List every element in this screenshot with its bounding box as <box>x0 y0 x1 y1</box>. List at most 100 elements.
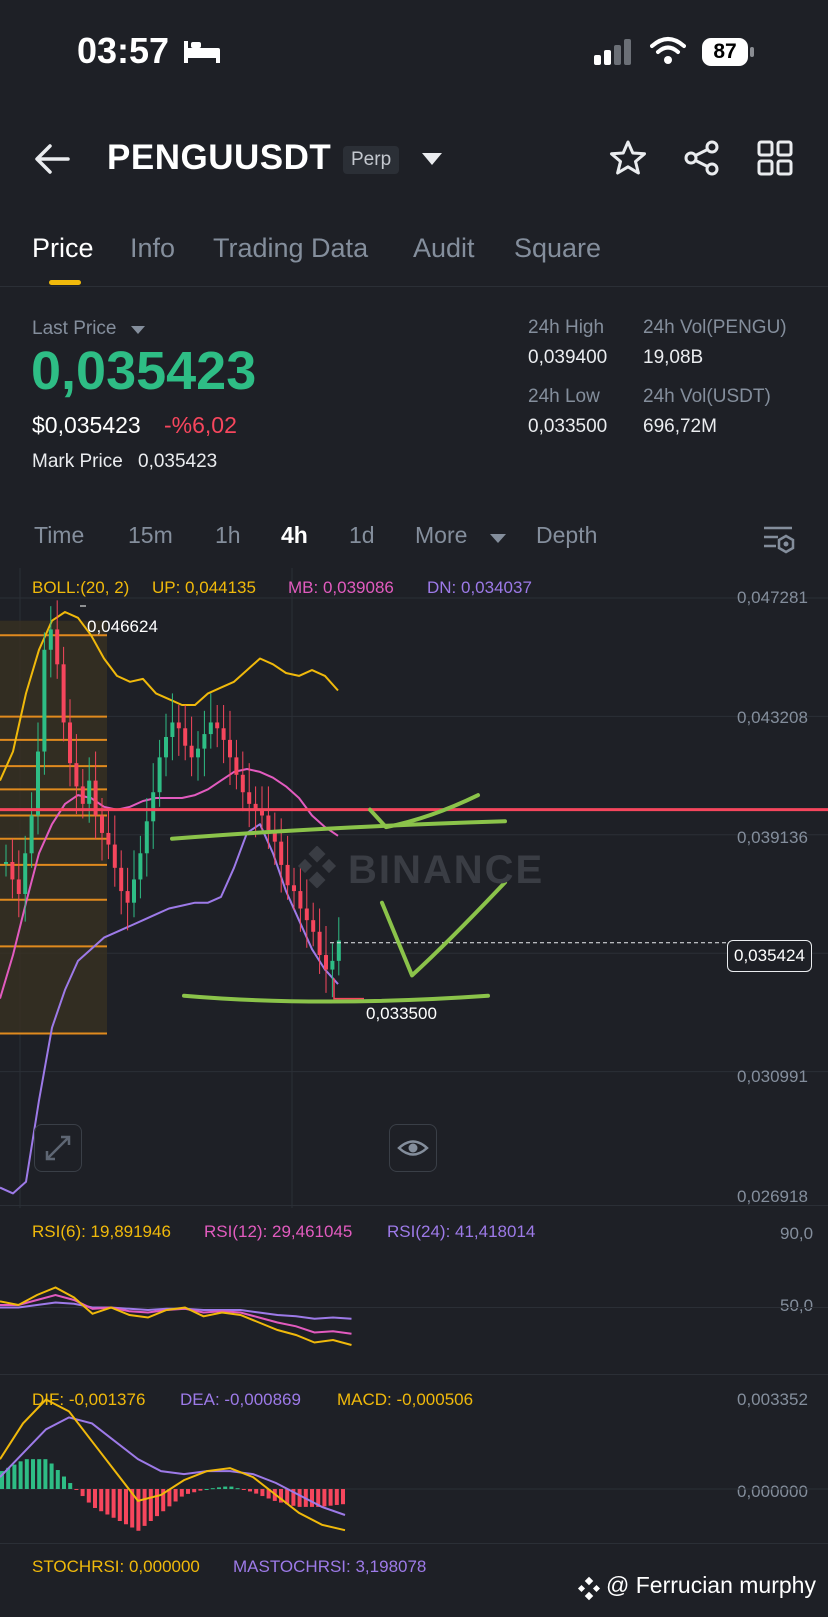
macd-histogram-bar <box>18 1461 23 1489</box>
candle-body <box>215 722 220 729</box>
macd-histogram-bar <box>198 1489 203 1491</box>
macd-histogram-bar <box>322 1489 327 1507</box>
macd-histogram-bar <box>117 1489 122 1522</box>
candle-body <box>234 757 239 775</box>
share-icon[interactable] <box>683 140 721 176</box>
macd-histogram-bar <box>105 1489 110 1515</box>
candle-body <box>36 751 40 816</box>
last-price-value: 0,035423 <box>31 341 257 401</box>
candle-body <box>221 728 226 740</box>
candle-body <box>68 722 72 764</box>
tab-audit[interactable]: Audit <box>413 233 475 264</box>
symbol-dropdown-icon[interactable] <box>422 153 442 165</box>
tab-trading-data[interactable]: Trading Data <box>213 233 368 264</box>
stochrsi-label: STOCHRSI: 0,000000 <box>32 1557 200 1576</box>
rsi-chart[interactable] <box>0 1240 828 1375</box>
y-tick: 0,039136 <box>737 828 808 847</box>
last-price-label[interactable]: Last Price <box>32 318 116 340</box>
candle-body <box>138 853 143 880</box>
last-price-dropdown-icon[interactable] <box>131 326 145 334</box>
candle-body <box>4 862 8 865</box>
candle-body <box>285 864 290 886</box>
more-dropdown-icon[interactable] <box>490 534 506 543</box>
rsi6-label: RSI(6): 19,891946 <box>32 1222 171 1241</box>
macd-chart[interactable] <box>0 1376 828 1544</box>
macd-histogram-bar <box>142 1489 147 1526</box>
candle-body <box>298 891 303 909</box>
macd-histogram-bar <box>80 1489 85 1497</box>
tab-square[interactable]: Square <box>514 233 601 264</box>
candle-body <box>10 862 15 880</box>
macd-lines <box>0 1398 828 1532</box>
y-tick: 0,043208 <box>737 708 808 727</box>
macd-histogram-bar <box>86 1489 91 1503</box>
interval-1d[interactable]: 1d <box>349 522 375 549</box>
candle-body <box>228 739 232 758</box>
macd-histogram-bar <box>241 1489 246 1490</box>
macd-histogram-bar <box>173 1489 178 1502</box>
interval-time[interactable]: Time <box>34 522 84 549</box>
candle-body <box>106 832 111 845</box>
grid-menu-icon[interactable] <box>757 140 793 176</box>
candle-body <box>42 649 47 752</box>
tab-price[interactable]: Price <box>32 233 94 264</box>
interval-1h[interactable]: 1h <box>215 522 241 549</box>
fib-retracement <box>0 620 107 1035</box>
boll-label: BOLL:(20, 2) <box>32 578 130 597</box>
macd-histogram-bar <box>68 1483 73 1489</box>
macd-histogram-bar <box>31 1459 35 1489</box>
macd-histogram-bar <box>297 1489 302 1507</box>
interval-4h[interactable]: 4h <box>281 522 308 549</box>
fib-zone <box>0 620 107 1034</box>
macd-histogram-bar <box>223 1486 228 1489</box>
candle-body <box>202 734 207 749</box>
macd-histogram-bar <box>124 1489 128 1525</box>
boll-dn-label: DN: 0,034037 <box>427 578 532 597</box>
wifi-icon <box>650 37 686 64</box>
macd-histogram-bar <box>12 1464 17 1489</box>
binance-logo-icon <box>297 846 337 888</box>
macd-histogram-bar <box>341 1489 345 1505</box>
symbol-title[interactable]: PENGUUSDT <box>107 138 331 178</box>
interval-more[interactable]: More <box>415 522 467 549</box>
macd-histogram-bar <box>136 1489 141 1531</box>
macd-histogram-bar <box>43 1459 48 1489</box>
macd-histogram-bar <box>99 1489 104 1512</box>
macd-histogram-bar <box>55 1470 60 1489</box>
interval-15m[interactable]: 15m <box>128 522 173 549</box>
candle-body <box>87 780 92 804</box>
macd-histogram-bar <box>24 1459 29 1489</box>
favorite-star-icon[interactable] <box>609 140 647 176</box>
rsi24-line <box>0 1301 352 1320</box>
candle-body <box>183 728 188 746</box>
candle-body <box>157 757 162 793</box>
macd-histogram-bar <box>328 1489 333 1506</box>
candle-body <box>176 722 181 729</box>
high-label: 24h High <box>528 317 605 338</box>
mark-price-value: 0,035423 <box>138 451 218 472</box>
macd-histogram-bar <box>210 1488 215 1490</box>
macd-histogram-bar <box>74 1489 79 1490</box>
low-value: 0,033500 <box>528 416 608 437</box>
candle-body <box>61 664 66 723</box>
fullscreen-button[interactable] <box>34 1124 82 1172</box>
macd-histogram-bar <box>111 1489 116 1518</box>
candle-body <box>74 763 79 787</box>
visibility-toggle-button[interactable] <box>389 1124 437 1172</box>
chart-settings-icon[interactable] <box>762 524 796 554</box>
macd-histogram-bar <box>192 1489 197 1493</box>
macd-histogram-bar <box>334 1489 339 1505</box>
macd-histogram-bar <box>235 1488 240 1490</box>
back-arrow-icon[interactable] <box>34 143 70 175</box>
macd-histogram-bar <box>260 1489 265 1497</box>
y-tick: 0,026918 <box>737 1187 808 1206</box>
tab-info[interactable]: Info <box>130 233 175 264</box>
low-marker <box>333 978 364 1000</box>
drawn-check-mark <box>380 880 507 978</box>
candle-body <box>240 774 245 793</box>
interval-depth[interactable]: Depth <box>536 522 597 549</box>
candle-body <box>112 844 117 868</box>
macd-histogram-bar <box>186 1489 190 1494</box>
sleep-icon <box>184 41 220 63</box>
rsi12-line <box>0 1293 352 1335</box>
